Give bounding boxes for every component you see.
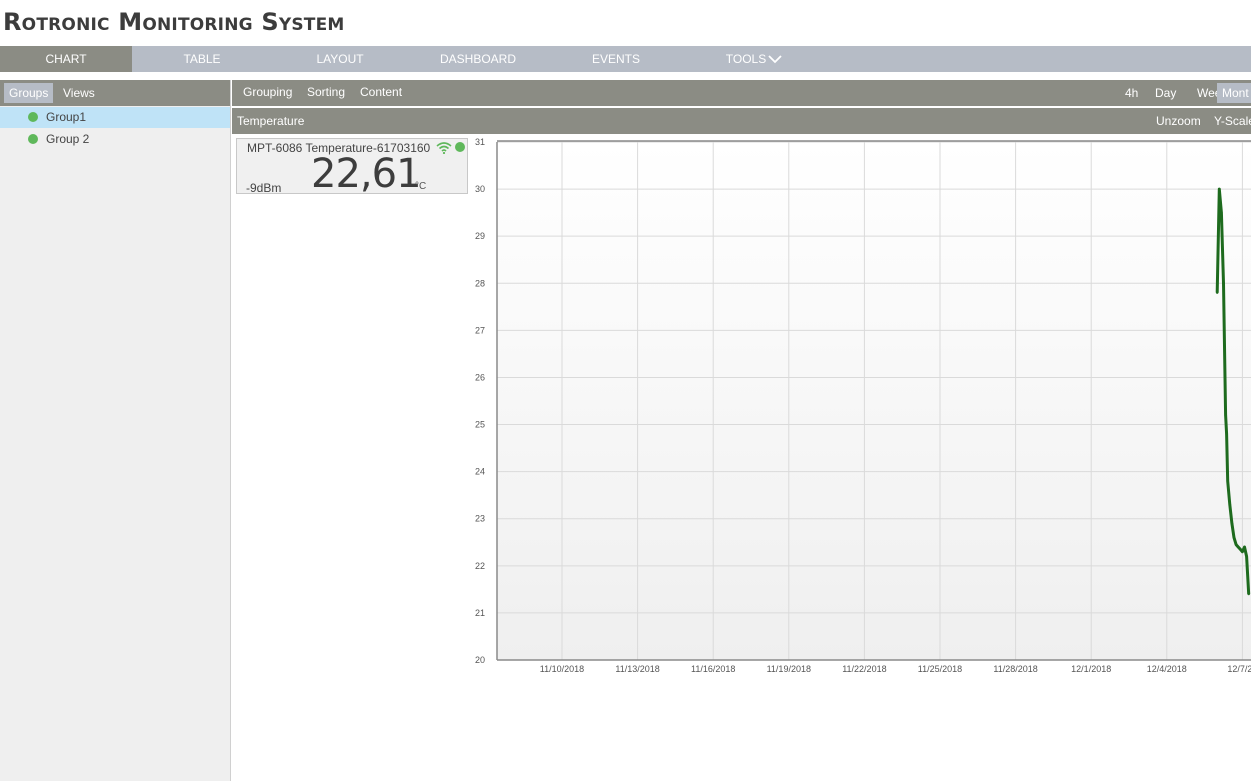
x-tick-label: 11/16/2018 [691, 664, 735, 674]
chart-header: Temperature Unzoom Y-Scale [232, 108, 1251, 134]
x-tick-label: 11/28/2018 [993, 664, 1037, 674]
data-point [1239, 548, 1242, 551]
status-dot-icon [28, 112, 38, 122]
x-tick-label: 11/13/2018 [615, 664, 659, 674]
range-day-button[interactable]: Day [1150, 83, 1181, 103]
sidebar-item-group1[interactable]: Group1 [0, 107, 230, 128]
y-tick-label: 20 [475, 655, 485, 665]
plot-area [497, 142, 1251, 660]
status-dot-icon [28, 134, 38, 144]
app-title: Rotronic Monitoring System [3, 8, 345, 36]
signal-strength: -9dBm [246, 181, 282, 195]
main-nav: CHART TABLE LAYOUT DASHBOARD EVENTS TOOL… [0, 46, 1251, 72]
data-point [1241, 550, 1244, 553]
y-tick-label: 29 [475, 231, 485, 241]
nav-tools[interactable]: TOOLS [712, 46, 796, 72]
data-point [1247, 592, 1250, 596]
chart-toolbar: Grouping Sorting Content 4h Day Week Mon… [232, 80, 1251, 106]
data-point [1225, 432, 1228, 436]
tab-views[interactable]: Views [58, 83, 100, 103]
data-point [1218, 187, 1221, 191]
data-point [1230, 522, 1234, 525]
sensor-value: 22,61 [311, 151, 422, 197]
sensor-unit: °C [415, 181, 427, 192]
nav-layout[interactable]: LAYOUT [300, 46, 380, 72]
nav-chart[interactable]: CHART [0, 46, 132, 72]
x-tick-label: 12/7/20 [1227, 664, 1251, 674]
range-month-button[interactable]: Mont [1217, 83, 1251, 103]
x-tick-label: 11/22/2018 [842, 664, 886, 674]
data-point [1222, 282, 1225, 285]
y-tick-label: 26 [475, 372, 485, 382]
y-tick-label: 21 [475, 608, 485, 618]
y-tick-label: 23 [475, 514, 485, 524]
data-point [1245, 555, 1248, 558]
sidebar: Groups Views Group1 Group 2 [0, 80, 231, 781]
x-tick-label: 12/4/2018 [1147, 664, 1187, 674]
x-tick-label: 11/25/2018 [918, 664, 962, 674]
content-button[interactable]: Content [360, 80, 402, 106]
data-point [1243, 545, 1246, 549]
data-point [1226, 479, 1229, 483]
sorting-button[interactable]: Sorting [307, 80, 345, 106]
y-tick-label: 25 [475, 420, 485, 430]
wifi-icon [436, 141, 452, 159]
x-tick-label: 11/10/2018 [540, 664, 584, 674]
x-tick-label: 11/19/2018 [767, 664, 811, 674]
y-tick-label: 31 [475, 137, 485, 147]
sensor-card[interactable]: MPT-6086 Temperature-61703160 -9dBm 22,6… [236, 138, 468, 197]
nav-tools-label: TOOLS [725, 52, 767, 66]
unzoom-button[interactable]: Unzoom [1156, 108, 1201, 134]
y-tick-label: 24 [475, 467, 485, 477]
sidebar-tabs: Groups Views [0, 80, 230, 106]
y-tick-label: 22 [475, 561, 485, 571]
nav-dashboard[interactable]: DASHBOARD [428, 46, 528, 72]
data-point [1216, 291, 1219, 294]
tab-groups[interactable]: Groups [4, 83, 54, 103]
x-tick-label: 12/1/2018 [1071, 664, 1111, 674]
chevron-down-icon [768, 47, 782, 73]
data-point [1224, 413, 1227, 417]
data-point [1232, 536, 1236, 539]
data-point [1237, 545, 1240, 549]
y-tick-label: 28 [475, 278, 485, 288]
sidebar-item-label: Group1 [46, 110, 87, 124]
chart-title: Temperature [237, 114, 305, 128]
sidebar-item-label: Group 2 [46, 132, 90, 146]
status-dot-icon [455, 142, 465, 152]
yscale-button[interactable]: Y-Scale [1214, 108, 1251, 134]
grouping-button[interactable]: Grouping [243, 80, 292, 106]
sidebar-item-group2[interactable]: Group 2 [0, 129, 230, 150]
data-point [1228, 503, 1231, 506]
range-4h-button[interactable]: 4h [1120, 83, 1143, 103]
y-tick-label: 30 [475, 184, 485, 194]
data-point [1220, 211, 1223, 214]
data-point [1234, 543, 1238, 546]
nav-table[interactable]: TABLE [162, 46, 242, 72]
temperature-chart[interactable]: 20 21 22 23 24 25 26 27 28 29 30 31 11/10/2018 11/13/… [470, 136, 1251, 681]
y-tick-label: 27 [475, 325, 485, 335]
nav-events[interactable]: EVENTS [576, 46, 656, 72]
